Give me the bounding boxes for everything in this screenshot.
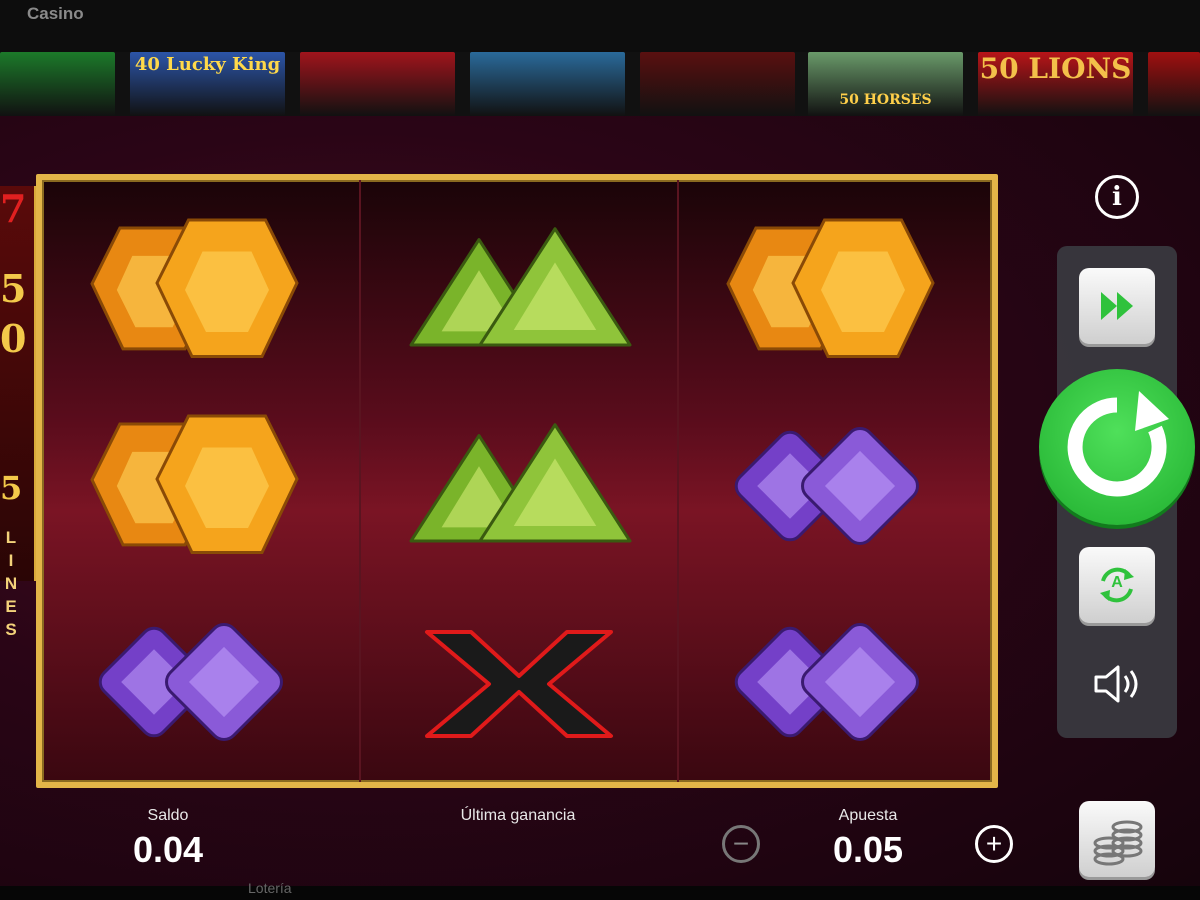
banner-digit: 0 <box>0 316 27 361</box>
game-thumbnail[interactable]: 40 Lucky King <box>130 52 285 116</box>
reel-symbol <box>361 190 677 386</box>
last-win-label: Última ganancia <box>460 807 576 824</box>
red-x-symbol <box>425 630 613 738</box>
autoplay-button[interactable]: A <box>1079 547 1155 623</box>
footer: Lotería <box>0 880 1200 900</box>
coins-icon <box>1093 820 1143 866</box>
bet-decrease-button[interactable]: − <box>722 825 760 863</box>
reel <box>359 180 679 782</box>
bet-label: Apuesta <box>838 807 898 824</box>
bet-increase-button[interactable]: + <box>975 825 1013 863</box>
fast-forward-icon <box>1101 292 1133 320</box>
reel-symbol <box>42 582 358 778</box>
game-thumbnail[interactable]: 50 LIONS <box>978 52 1133 116</box>
balance-label: Saldo <box>147 807 189 824</box>
game-thumbnail[interactable] <box>470 52 625 116</box>
banner-digit: 7 <box>0 186 27 231</box>
speaker-icon <box>1094 665 1138 703</box>
site-header: Casino <box>0 0 1200 52</box>
lines-label: L I N E S <box>4 528 18 639</box>
autoplay-label: A <box>1111 574 1123 591</box>
turbo-button[interactable] <box>1079 268 1155 344</box>
reel-symbol <box>42 190 358 386</box>
balance-value: 0.04 <box>132 829 204 870</box>
orange-gem-symbol <box>726 218 935 358</box>
lines-count: 5 <box>0 469 23 507</box>
bottom-bar: Saldo 0.04 Última ganancia − Apuesta 0.0… <box>0 801 1200 886</box>
game-thumbnail[interactable] <box>640 52 795 116</box>
info-button[interactable]: i <box>1095 175 1139 219</box>
coins-button[interactable] <box>1079 801 1155 877</box>
reel-symbol <box>361 386 677 582</box>
footer-link[interactable]: Lotería <box>248 880 292 896</box>
reel-symbol <box>678 190 994 386</box>
game-thumbnail[interactable]: 50 HORSES <box>808 52 963 116</box>
banner-digit: 5 <box>0 266 27 311</box>
green-gem-symbol <box>409 227 632 347</box>
game-thumbnail-strip: 40 Lucky King 50 HORSES 50 LIONS <box>0 52 1200 116</box>
reel-symbol <box>361 582 677 778</box>
reel <box>678 180 994 782</box>
game-thumbnail[interactable] <box>0 52 115 116</box>
reel <box>42 180 358 782</box>
game-logo-banner: 7 5 0 5 L I N E S <box>0 186 36 639</box>
reel-frame <box>36 174 998 788</box>
slot-game-area: 7 5 0 5 L I N E S i A Saldo 0.04 Última … <box>0 116 1200 886</box>
bet-value: 0.05 <box>832 829 904 870</box>
purple-gem-symbol <box>734 623 919 741</box>
green-gem-symbol <box>409 423 632 543</box>
spin-button[interactable] <box>1039 369 1195 525</box>
reel-symbol <box>678 386 994 582</box>
purple-gem-symbol <box>98 623 283 741</box>
site-brand[interactable]: Casino <box>27 4 84 24</box>
spin-icon <box>1067 391 1169 497</box>
reel-symbol <box>678 582 994 778</box>
reel-symbol <box>42 386 358 582</box>
sound-button[interactable] <box>1090 661 1146 707</box>
game-thumbnail[interactable] <box>1148 52 1200 116</box>
orange-gem-symbol <box>90 414 299 554</box>
purple-gem-symbol <box>734 427 919 545</box>
game-thumbnail[interactable] <box>300 52 455 116</box>
orange-gem-symbol <box>90 218 299 358</box>
